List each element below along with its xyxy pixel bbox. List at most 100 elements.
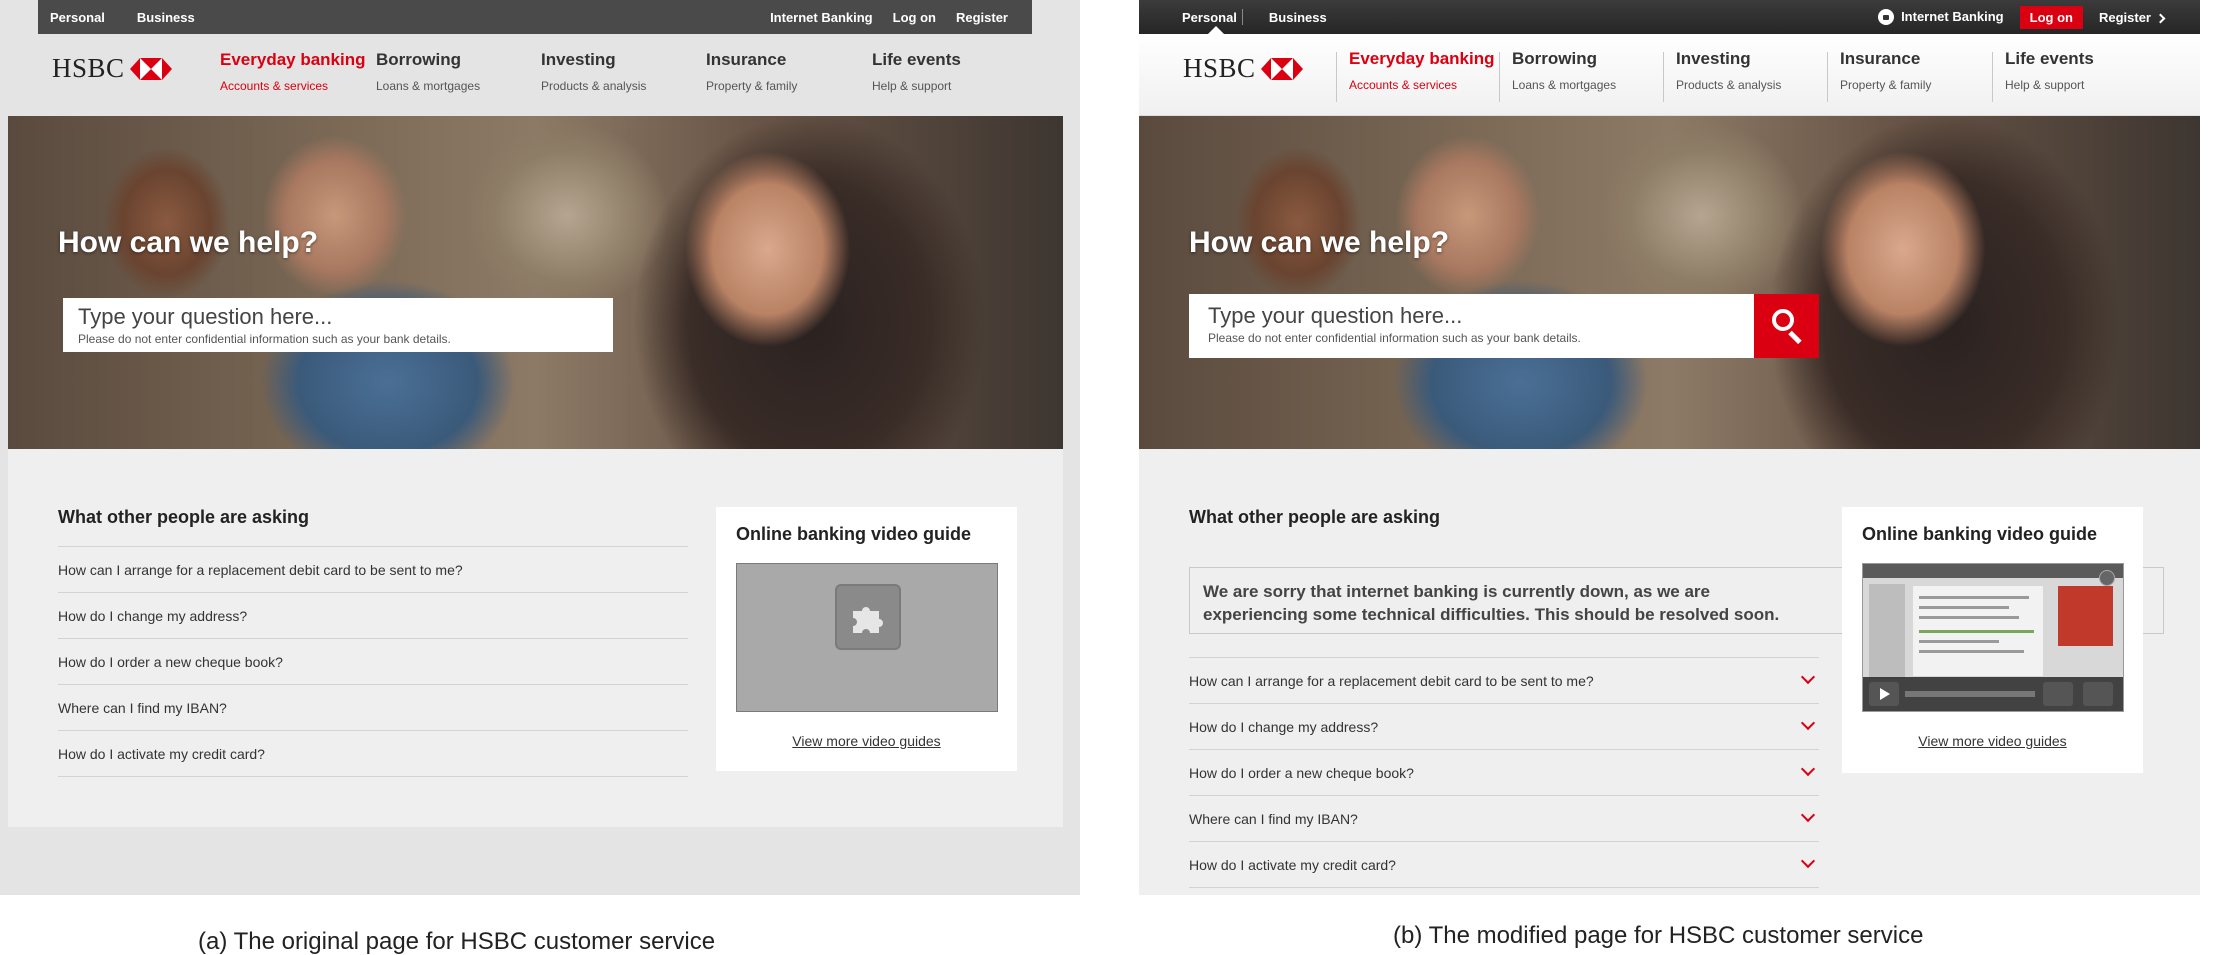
hsbc-hexagon-icon bbox=[129, 57, 172, 80]
faq-item[interactable]: How do I change my address? bbox=[58, 593, 688, 639]
internet-banking-link[interactable]: Internet Banking bbox=[1878, 9, 2004, 26]
faq-item[interactable]: How do I activate my credit card? bbox=[58, 731, 688, 777]
faq-item-label: How do I change my address? bbox=[1189, 718, 1379, 735]
nav-title: Borrowing bbox=[376, 50, 461, 69]
volume-icon[interactable] bbox=[2083, 682, 2113, 706]
nav-title: Everyday banking bbox=[220, 50, 366, 69]
help-content: What other people are asking How can I a… bbox=[8, 449, 1063, 827]
nav-subtitle: Property & family bbox=[706, 79, 798, 93]
topbar-divider bbox=[1242, 9, 1243, 25]
nav-title: Life events bbox=[2005, 49, 2094, 68]
nav-subtitle: Loans & mortgages bbox=[1512, 78, 1617, 92]
faq-item[interactable]: How can I arrange for a replacement debi… bbox=[1189, 658, 1819, 704]
search-icon-handle bbox=[1788, 330, 1802, 345]
log-on-link[interactable]: Log on bbox=[893, 10, 936, 25]
video-controls bbox=[1863, 677, 2123, 711]
video-player-placeholder[interactable] bbox=[736, 563, 998, 712]
nav-subtitle: Loans & mortgages bbox=[376, 79, 481, 93]
personal-link[interactable]: Personal bbox=[1182, 10, 1237, 25]
main-header: HSBC Everyday banking Accounts & service… bbox=[1139, 34, 2200, 116]
nav-everyday-banking[interactable]: Everyday banking Accounts & services bbox=[220, 50, 366, 93]
nav-borrowing[interactable]: Borrowing Loans & mortgages bbox=[1499, 49, 1617, 102]
personal-link[interactable]: Personal bbox=[50, 10, 105, 25]
nav-insurance[interactable]: Insurance Property & family bbox=[1827, 49, 1932, 102]
register-link[interactable]: Register bbox=[956, 10, 1008, 25]
video-guide-title: Online banking video guide bbox=[736, 524, 972, 544]
nav-title: Investing bbox=[541, 50, 616, 69]
faq-title: What other people are asking bbox=[1189, 507, 1441, 527]
search-input[interactable] bbox=[1208, 303, 1735, 329]
view-more-video-guides-link[interactable]: View more video guides bbox=[1842, 733, 2143, 749]
video-guide-card: Online banking video guide View more vid… bbox=[1842, 507, 2143, 773]
plugin-missing-icon bbox=[835, 584, 901, 650]
internet-banking-link[interactable]: Internet Banking bbox=[770, 10, 873, 25]
hero-banner: How can we help? Please do not enter con… bbox=[8, 116, 1063, 449]
faq-item[interactable]: Where can I find my IBAN? bbox=[58, 685, 688, 731]
faq-item-label: Where can I find my IBAN? bbox=[1189, 810, 1358, 827]
chevron-down-icon bbox=[1800, 853, 1816, 869]
nav-insurance[interactable]: Insurance Property & family bbox=[706, 50, 797, 93]
faq-item[interactable]: How do I order a new cheque book? bbox=[58, 639, 688, 685]
video-progress-bar[interactable] bbox=[1905, 691, 2035, 697]
search-input[interactable] bbox=[78, 304, 598, 330]
video-thumb-panel bbox=[2058, 586, 2113, 646]
faq-title: What other people are asking bbox=[58, 507, 310, 527]
faq-item[interactable]: Where can I find my IBAN? bbox=[1189, 796, 1819, 842]
video-guide-title: Online banking video guide bbox=[1862, 524, 2098, 544]
play-icon[interactable] bbox=[1869, 682, 1899, 706]
video-thumb-sidebar bbox=[1869, 584, 1905, 679]
caption-modified: (b) The modified page for HSBC customer … bbox=[1393, 922, 1924, 949]
internet-banking-label: Internet Banking bbox=[1901, 8, 2004, 24]
nav-subtitle: Property & family bbox=[1840, 78, 1932, 92]
faq-item-label: How do I order a new cheque book? bbox=[1189, 764, 1414, 781]
nav-borrowing[interactable]: Borrowing Loans & mortgages bbox=[376, 50, 480, 93]
nav-title: Insurance bbox=[706, 50, 787, 69]
search-box[interactable]: Please do not enter confidential informa… bbox=[1189, 294, 1754, 358]
faq-item[interactable]: How can I arrange for a replacement debi… bbox=[58, 547, 688, 593]
hsbc-logo[interactable]: HSBC bbox=[52, 53, 172, 84]
hero-title: How can we help? bbox=[1189, 226, 1450, 259]
register-label: Register bbox=[2098, 9, 2151, 25]
business-link[interactable]: Business bbox=[1269, 10, 1327, 25]
nav-subtitle: Accounts & services bbox=[220, 79, 329, 93]
chevron-down-icon bbox=[1800, 669, 1816, 685]
chevron-down-icon bbox=[1800, 807, 1816, 823]
nav-subtitle: Products & analysis bbox=[1676, 78, 1782, 92]
nav-life-events[interactable]: Life events Help & support bbox=[1992, 49, 2094, 102]
nav-subtitle: Help & support bbox=[2005, 78, 2085, 92]
puzzle-piece-icon bbox=[853, 607, 883, 633]
nav-title: Borrowing bbox=[1512, 49, 1597, 68]
register-link[interactable]: Register bbox=[2098, 9, 2166, 25]
view-more-video-guides-link[interactable]: View more video guides bbox=[716, 733, 1017, 749]
fullscreen-icon[interactable] bbox=[2043, 682, 2073, 706]
hsbc-logo[interactable]: HSBC bbox=[1183, 53, 1303, 84]
main-header: HSBC Everyday banking Accounts & service… bbox=[38, 34, 1032, 116]
faq-item[interactable]: How do I activate my credit card? bbox=[1189, 842, 1819, 888]
lock-icon bbox=[1878, 9, 1895, 26]
search-box[interactable]: Please do not enter confidential informa… bbox=[63, 298, 613, 352]
video-thumb-header bbox=[1863, 564, 2123, 578]
chevron-right-icon bbox=[2155, 13, 2166, 23]
faq-item[interactable]: How do I change my address? bbox=[1189, 704, 1819, 750]
log-on-button[interactable]: Log on bbox=[2019, 5, 2083, 29]
video-thumb-body bbox=[1913, 586, 2043, 676]
chevron-down-icon bbox=[1800, 715, 1816, 731]
nav-title: Everyday banking bbox=[1349, 49, 1495, 68]
help-content: What other people are asking We are sorr… bbox=[1139, 449, 2200, 895]
caption-original: (a) The original page for HSBC customer … bbox=[198, 928, 716, 955]
business-link[interactable]: Business bbox=[137, 10, 195, 25]
info-icon[interactable] bbox=[2099, 570, 2115, 586]
nav-investing[interactable]: Investing Products & analysis bbox=[1663, 49, 1782, 102]
video-player[interactable] bbox=[1862, 563, 2124, 712]
nav-title: Insurance bbox=[1840, 49, 1921, 68]
faq-item[interactable]: How do I order a new cheque book? bbox=[1189, 750, 1819, 796]
search-note: Please do not enter confidential informa… bbox=[78, 332, 451, 346]
faq-item-label: How do I activate my credit card? bbox=[1189, 856, 1396, 873]
search-button[interactable] bbox=[1754, 294, 1819, 358]
nav-everyday-banking[interactable]: Everyday banking Accounts & services bbox=[1336, 49, 1495, 102]
chevron-down-icon bbox=[1800, 761, 1816, 777]
nav-subtitle: Products & analysis bbox=[541, 79, 647, 93]
nav-life-events[interactable]: Life events Help & support bbox=[872, 50, 961, 93]
nav-investing[interactable]: Investing Products & analysis bbox=[541, 50, 646, 93]
video-guide-card: Online banking video guide View more vid… bbox=[716, 507, 1017, 771]
